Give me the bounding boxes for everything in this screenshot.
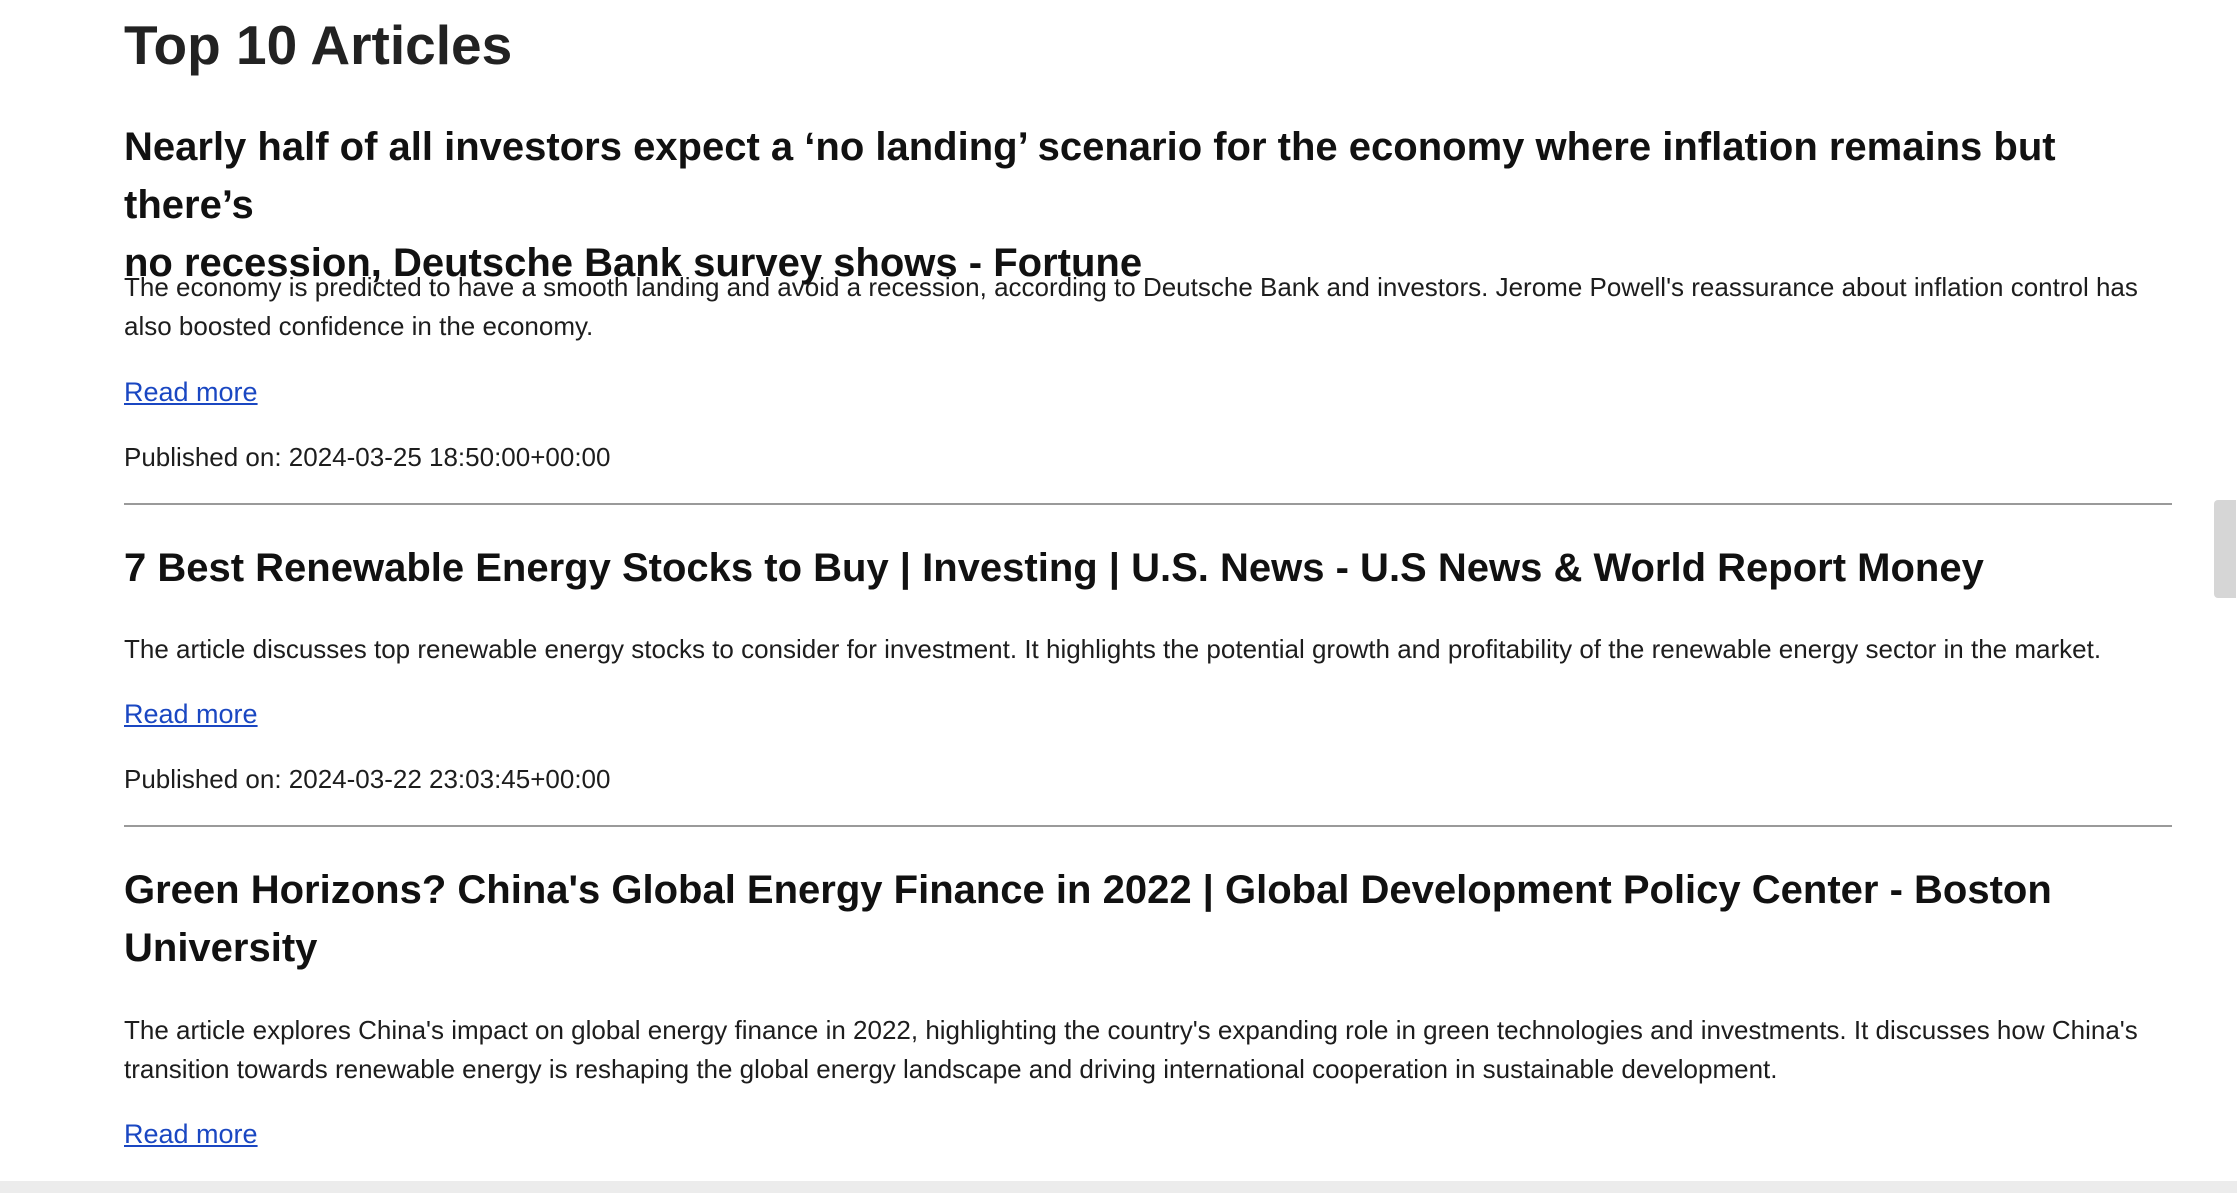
article-summary-block: The article discusses top renewable ener…	[124, 630, 2172, 669]
article-summary-line: transition towards renewable energy is r…	[124, 1054, 1778, 1084]
read-more-link[interactable]: Read more	[124, 1116, 258, 1152]
page-title: Top 10 Articles	[124, 14, 513, 76]
article-link-block: Read more	[124, 696, 2172, 732]
article-title-line: Green Horizons? China's Global Energy Fi…	[124, 868, 2052, 912]
article-item: Nearly half of all investors expect a ‘n…	[124, 118, 2172, 292]
article-title-line: University	[124, 926, 318, 970]
article-summary: The article discusses top renewable ener…	[124, 630, 2172, 669]
article-title-line: Nearly half of all investors expect a ‘n…	[124, 125, 2056, 227]
article-summary-block: The economy is predicted to have a smoot…	[124, 268, 2172, 346]
article-title: Nearly half of all investors expect a ‘n…	[124, 118, 2172, 292]
article-title: Green Horizons? China's Global Energy Fi…	[124, 861, 2172, 977]
article-item: Green Horizons? China's Global Energy Fi…	[124, 861, 2172, 977]
article-item: 7 Best Renewable Energy Stocks to Buy | …	[124, 539, 2172, 597]
bottom-edge-bar	[0, 1181, 2237, 1193]
article-link-block: Read more	[124, 1116, 2172, 1152]
published-date: Published on: 2024-03-25 18:50:00+00:00	[124, 442, 611, 472]
published-date: Published on: 2024-03-22 23:03:45+00:00	[124, 764, 611, 794]
read-more-link[interactable]: Read more	[124, 374, 258, 410]
article-divider	[124, 825, 2172, 827]
article-summary-line: The economy is predicted to have a smoot…	[124, 272, 2138, 302]
scrollbar-thumb[interactable]	[2214, 500, 2236, 598]
article-divider	[124, 503, 2172, 505]
article-summary: The economy is predicted to have a smoot…	[124, 268, 2172, 346]
article-summary-line: also boosted confidence in the economy.	[124, 311, 594, 341]
article-link-block: Read more	[124, 374, 2172, 410]
article-meta-block: Published on: 2024-03-22 23:03:45+00:00	[124, 761, 2172, 797]
article-summary: The article explores China's impact on g…	[124, 1011, 2172, 1089]
article-title: 7 Best Renewable Energy Stocks to Buy | …	[124, 539, 2172, 597]
article-meta-block: Published on: 2024-03-25 18:50:00+00:00	[124, 439, 2172, 475]
read-more-link[interactable]: Read more	[124, 696, 258, 732]
article-summary-line: The article explores China's impact on g…	[124, 1015, 2138, 1045]
article-summary-line: The article discusses top renewable ener…	[124, 634, 2102, 664]
article-summary-block: The article explores China's impact on g…	[124, 1011, 2172, 1089]
article-title-line: 7 Best Renewable Energy Stocks to Buy | …	[124, 546, 1984, 590]
